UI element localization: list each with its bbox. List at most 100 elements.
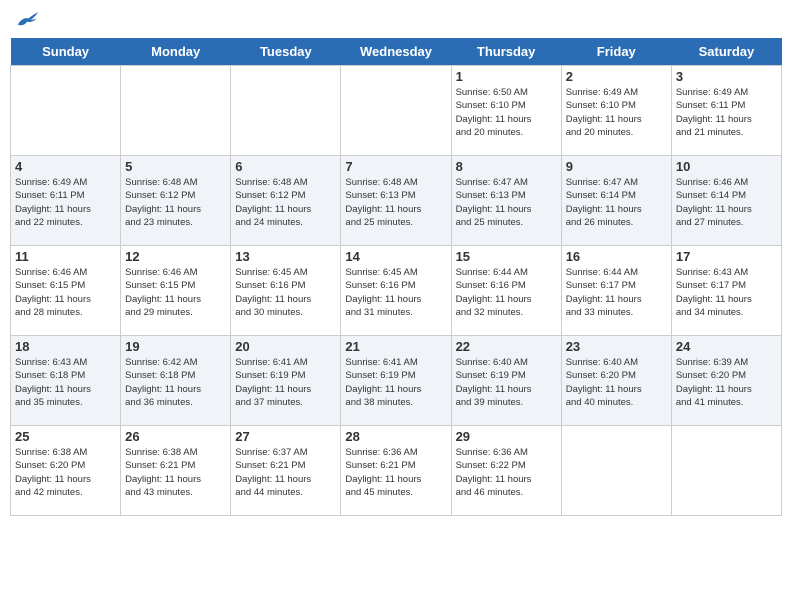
calendar-cell: 23 Sunrise: 6:40 AM Sunset: 6:20 PM Dayli… bbox=[561, 336, 671, 426]
day-number: 24 bbox=[676, 339, 777, 354]
calendar-cell: 15 Sunrise: 6:44 AM Sunset: 6:16 PM Dayli… bbox=[451, 246, 561, 336]
day-info: Sunrise: 6:38 AM Sunset: 6:21 PM Dayligh… bbox=[125, 446, 226, 499]
day-number: 12 bbox=[125, 249, 226, 264]
day-header-friday: Friday bbox=[561, 38, 671, 66]
day-info: Sunrise: 6:49 AM Sunset: 6:11 PM Dayligh… bbox=[15, 176, 116, 229]
day-number: 23 bbox=[566, 339, 667, 354]
logo-bird-icon bbox=[16, 10, 40, 30]
calendar-cell: 2Sunrise: 6:49 AM Sunset: 6:10 PM Daylig… bbox=[561, 66, 671, 156]
calendar-cell: 20 Sunrise: 6:41 AM Sunset: 6:19 PM Dayli… bbox=[231, 336, 341, 426]
day-info: Sunrise: 6:45 AM Sunset: 6:16 PM Dayligh… bbox=[345, 266, 446, 319]
day-info: Sunrise: 6:48 AM Sunset: 6:13 PM Dayligh… bbox=[345, 176, 446, 229]
day-number: 5 bbox=[125, 159, 226, 174]
day-number: 19 bbox=[125, 339, 226, 354]
calendar-cell: 10 Sunrise: 6:46 AM Sunset: 6:14 PM Dayli… bbox=[671, 156, 781, 246]
calendar-cell: 11Sunrise: 6:46 AM Sunset: 6:15 PM Dayli… bbox=[11, 246, 121, 336]
page-header bbox=[10, 10, 782, 30]
calendar-cell: 7 Sunrise: 6:48 AM Sunset: 6:13 PM Daylig… bbox=[341, 156, 451, 246]
day-number: 25 bbox=[15, 429, 116, 444]
day-number: 13 bbox=[235, 249, 336, 264]
day-number: 2 bbox=[566, 69, 667, 84]
day-info: Sunrise: 6:46 AM Sunset: 6:14 PM Dayligh… bbox=[676, 176, 777, 229]
day-number: 9 bbox=[566, 159, 667, 174]
day-number: 7 bbox=[345, 159, 446, 174]
calendar-cell: 25 Sunrise: 6:38 AM Sunset: 6:20 PM Dayli… bbox=[11, 426, 121, 516]
day-header-sunday: Sunday bbox=[11, 38, 121, 66]
day-header-saturday: Saturday bbox=[671, 38, 781, 66]
calendar-cell bbox=[231, 66, 341, 156]
day-number: 18 bbox=[15, 339, 116, 354]
day-info: Sunrise: 6:47 AM Sunset: 6:13 PM Dayligh… bbox=[456, 176, 557, 229]
day-number: 20 bbox=[235, 339, 336, 354]
day-number: 22 bbox=[456, 339, 557, 354]
logo bbox=[14, 10, 40, 30]
calendar-cell: 14 Sunrise: 6:45 AM Sunset: 6:16 PM Dayli… bbox=[341, 246, 451, 336]
calendar-week-5: 25 Sunrise: 6:38 AM Sunset: 6:20 PM Dayli… bbox=[11, 426, 782, 516]
day-header-wednesday: Wednesday bbox=[341, 38, 451, 66]
day-number: 6 bbox=[235, 159, 336, 174]
day-info: Sunrise: 6:46 AM Sunset: 6:15 PM Dayligh… bbox=[15, 266, 116, 319]
calendar-cell: 17 Sunrise: 6:43 AM Sunset: 6:17 PM Dayli… bbox=[671, 246, 781, 336]
calendar-cell: 28Sunrise: 6:36 AM Sunset: 6:21 PM Dayli… bbox=[341, 426, 451, 516]
calendar-cell: 4 Sunrise: 6:49 AM Sunset: 6:11 PM Daylig… bbox=[11, 156, 121, 246]
calendar-header-row: SundayMondayTuesdayWednesdayThursdayFrid… bbox=[11, 38, 782, 66]
day-number: 3 bbox=[676, 69, 777, 84]
calendar-cell: 6 Sunrise: 6:48 AM Sunset: 6:12 PM Daylig… bbox=[231, 156, 341, 246]
day-info: Sunrise: 6:50 AM Sunset: 6:10 PM Dayligh… bbox=[456, 86, 557, 139]
calendar-cell: 27 Sunrise: 6:37 AM Sunset: 6:21 PM Dayli… bbox=[231, 426, 341, 516]
calendar-cell: 3 Sunrise: 6:49 AM Sunset: 6:11 PM Daylig… bbox=[671, 66, 781, 156]
calendar-cell: 21Sunrise: 6:41 AM Sunset: 6:19 PM Dayli… bbox=[341, 336, 451, 426]
calendar-cell: 8 Sunrise: 6:47 AM Sunset: 6:13 PM Daylig… bbox=[451, 156, 561, 246]
day-info: Sunrise: 6:47 AM Sunset: 6:14 PM Dayligh… bbox=[566, 176, 667, 229]
calendar-week-3: 11Sunrise: 6:46 AM Sunset: 6:15 PM Dayli… bbox=[11, 246, 782, 336]
day-info: Sunrise: 6:48 AM Sunset: 6:12 PM Dayligh… bbox=[125, 176, 226, 229]
day-number: 27 bbox=[235, 429, 336, 444]
calendar-cell: 29 Sunrise: 6:36 AM Sunset: 6:22 PM Dayli… bbox=[451, 426, 561, 516]
calendar-cell: 22 Sunrise: 6:40 AM Sunset: 6:19 PM Dayli… bbox=[451, 336, 561, 426]
day-info: Sunrise: 6:40 AM Sunset: 6:19 PM Dayligh… bbox=[456, 356, 557, 409]
day-number: 8 bbox=[456, 159, 557, 174]
day-number: 15 bbox=[456, 249, 557, 264]
day-header-thursday: Thursday bbox=[451, 38, 561, 66]
calendar-week-1: 1 Sunrise: 6:50 AM Sunset: 6:10 PM Daylig… bbox=[11, 66, 782, 156]
calendar-cell bbox=[11, 66, 121, 156]
calendar-cell: 26 Sunrise: 6:38 AM Sunset: 6:21 PM Dayli… bbox=[121, 426, 231, 516]
day-info: Sunrise: 6:49 AM Sunset: 6:11 PM Dayligh… bbox=[676, 86, 777, 139]
day-info: Sunrise: 6:36 AM Sunset: 6:21 PM Dayligh… bbox=[345, 446, 446, 499]
day-header-tuesday: Tuesday bbox=[231, 38, 341, 66]
day-info: Sunrise: 6:42 AM Sunset: 6:18 PM Dayligh… bbox=[125, 356, 226, 409]
day-info: Sunrise: 6:39 AM Sunset: 6:20 PM Dayligh… bbox=[676, 356, 777, 409]
calendar-cell bbox=[121, 66, 231, 156]
day-info: Sunrise: 6:40 AM Sunset: 6:20 PM Dayligh… bbox=[566, 356, 667, 409]
day-info: Sunrise: 6:36 AM Sunset: 6:22 PM Dayligh… bbox=[456, 446, 557, 499]
calendar-cell: 12 Sunrise: 6:46 AM Sunset: 6:15 PM Dayli… bbox=[121, 246, 231, 336]
day-header-monday: Monday bbox=[121, 38, 231, 66]
day-number: 16 bbox=[566, 249, 667, 264]
calendar-cell bbox=[341, 66, 451, 156]
calendar-cell bbox=[671, 426, 781, 516]
day-number: 29 bbox=[456, 429, 557, 444]
day-info: Sunrise: 6:45 AM Sunset: 6:16 PM Dayligh… bbox=[235, 266, 336, 319]
calendar-table: SundayMondayTuesdayWednesdayThursdayFrid… bbox=[10, 38, 782, 516]
day-number: 14 bbox=[345, 249, 446, 264]
day-info: Sunrise: 6:48 AM Sunset: 6:12 PM Dayligh… bbox=[235, 176, 336, 229]
day-info: Sunrise: 6:41 AM Sunset: 6:19 PM Dayligh… bbox=[235, 356, 336, 409]
day-info: Sunrise: 6:43 AM Sunset: 6:17 PM Dayligh… bbox=[676, 266, 777, 319]
day-number: 1 bbox=[456, 69, 557, 84]
calendar-cell: 5 Sunrise: 6:48 AM Sunset: 6:12 PM Daylig… bbox=[121, 156, 231, 246]
day-number: 26 bbox=[125, 429, 226, 444]
day-number: 4 bbox=[15, 159, 116, 174]
calendar-cell: 16Sunrise: 6:44 AM Sunset: 6:17 PM Dayli… bbox=[561, 246, 671, 336]
day-info: Sunrise: 6:46 AM Sunset: 6:15 PM Dayligh… bbox=[125, 266, 226, 319]
calendar-cell: 19 Sunrise: 6:42 AM Sunset: 6:18 PM Dayli… bbox=[121, 336, 231, 426]
day-info: Sunrise: 6:37 AM Sunset: 6:21 PM Dayligh… bbox=[235, 446, 336, 499]
day-number: 10 bbox=[676, 159, 777, 174]
calendar-cell: 13 Sunrise: 6:45 AM Sunset: 6:16 PM Dayli… bbox=[231, 246, 341, 336]
day-info: Sunrise: 6:43 AM Sunset: 6:18 PM Dayligh… bbox=[15, 356, 116, 409]
day-info: Sunrise: 6:44 AM Sunset: 6:16 PM Dayligh… bbox=[456, 266, 557, 319]
day-info: Sunrise: 6:38 AM Sunset: 6:20 PM Dayligh… bbox=[15, 446, 116, 499]
calendar-week-4: 18 Sunrise: 6:43 AM Sunset: 6:18 PM Dayli… bbox=[11, 336, 782, 426]
calendar-cell bbox=[561, 426, 671, 516]
day-number: 17 bbox=[676, 249, 777, 264]
day-number: 21 bbox=[345, 339, 446, 354]
